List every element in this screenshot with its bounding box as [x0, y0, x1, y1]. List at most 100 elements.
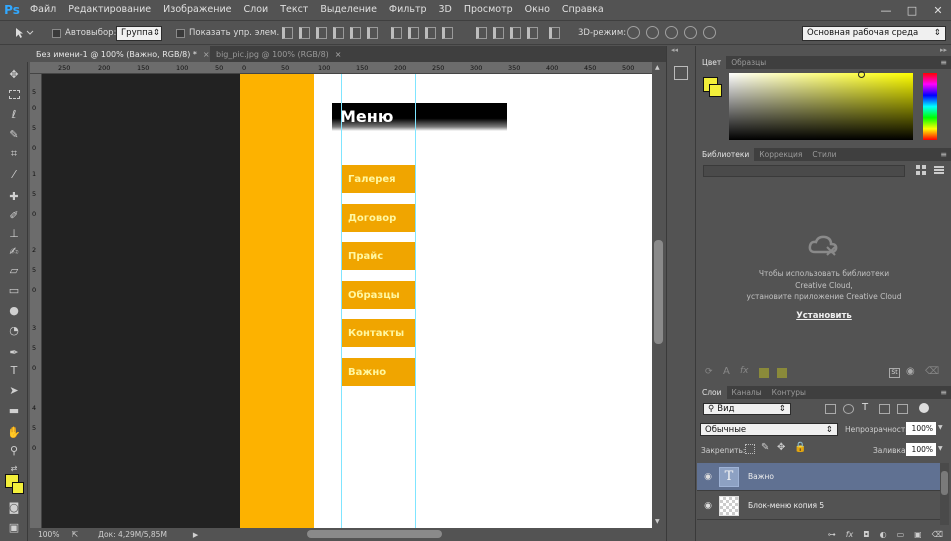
trash-icon[interactable]: ⌫ — [925, 366, 939, 377]
brush-icon[interactable]: ✐ — [5, 207, 23, 223]
export-icon[interactable]: ⇱ — [71, 530, 78, 539]
move-icon[interactable]: ✥ — [5, 66, 23, 82]
new-layer-icon[interactable]: ▣ — [914, 530, 922, 539]
cloud-sync-icon[interactable]: ◉ — [906, 366, 915, 377]
path-select-icon[interactable]: ➤ — [5, 382, 23, 398]
filter-shape-icon[interactable] — [879, 404, 890, 414]
autoselect-select[interactable]: Группа ⇕ — [116, 25, 162, 41]
blend-mode-select[interactable]: Обычные ⇕ — [700, 423, 838, 436]
clone-stamp-icon[interactable]: ⊥ — [5, 225, 23, 241]
distribute-top-icon[interactable] — [391, 27, 402, 39]
adjustment-layer-icon[interactable]: ◐ — [880, 530, 887, 539]
align-top-icon[interactable] — [282, 27, 293, 39]
link-layers-icon[interactable]: ⊶ — [828, 530, 836, 539]
close-icon[interactable]: × — [203, 50, 210, 59]
tab-layers[interactable]: Слои — [697, 386, 727, 399]
color-picker-ring[interactable] — [858, 71, 865, 78]
align-hcenter-icon[interactable] — [350, 27, 361, 39]
eraser-icon[interactable]: ▱ — [5, 262, 23, 278]
menu-type[interactable]: Текст — [274, 0, 314, 20]
layer-style-fx-icon[interactable]: fx — [846, 530, 854, 539]
collapse-arrows-icon[interactable]: ◂◂ — [671, 46, 678, 54]
tab-big-pic[interactable]: big_pic.jpg @ 100% (RGB/8) × — [210, 46, 347, 62]
vertical-scroll-thumb[interactable] — [654, 240, 663, 344]
tab-channels[interactable]: Каналы — [727, 386, 767, 399]
show-transform-check-box[interactable] — [176, 28, 185, 38]
add-bg-color-icon[interactable] — [777, 368, 787, 378]
lock-position-icon[interactable]: ✥ — [777, 442, 785, 453]
distribute-bottom-icon[interactable] — [425, 27, 436, 39]
close-icon[interactable]: × — [335, 50, 342, 59]
eye-icon[interactable]: ◉ — [697, 501, 719, 511]
guide-line-left[interactable] — [341, 74, 342, 528]
scale-3d-icon[interactable] — [703, 26, 716, 39]
menu-layers[interactable]: Слои — [237, 0, 274, 20]
align-bottom-icon[interactable] — [316, 27, 327, 39]
quick-mask-icon[interactable]: ◙ — [5, 499, 23, 515]
menu-3d[interactable]: 3D — [433, 0, 458, 20]
menu-file[interactable]: Файл — [24, 0, 62, 20]
blur-icon[interactable]: ● — [5, 302, 23, 318]
menu-window[interactable]: Окно — [519, 0, 556, 20]
fill-input[interactable]: 100% — [906, 443, 936, 456]
scroll-down-icon[interactable]: ▼ — [655, 518, 660, 525]
hue-slider[interactable] — [923, 73, 937, 140]
menu-edit[interactable]: Редактирование — [62, 0, 157, 20]
install-link[interactable]: Установить — [717, 311, 931, 321]
opacity-slider-arrow-icon[interactable]: ▼ — [938, 424, 943, 431]
distribute-space-icon[interactable] — [510, 27, 521, 39]
pen-icon[interactable]: ✒ — [5, 344, 23, 360]
document-canvas[interactable]: Меню Галерея Договор Прайс Образцы Конта… — [240, 74, 652, 528]
vertical-scrollbar[interactable]: ▲ ▼ — [652, 62, 666, 528]
lock-transparent-icon[interactable] — [745, 444, 755, 454]
layers-scrollbar[interactable] — [940, 463, 949, 525]
menu-help[interactable]: Справка — [556, 0, 610, 20]
filter-type-icon[interactable]: T — [862, 402, 868, 413]
gradient-icon[interactable]: ▭ — [5, 282, 23, 298]
menu-image[interactable]: Изображение — [157, 0, 237, 20]
maximize-button[interactable]: □ — [899, 0, 925, 20]
filter-toggle-icon[interactable] — [919, 403, 929, 413]
dodge-icon[interactable]: ◔ — [5, 322, 23, 338]
zoom-level[interactable]: 100% — [38, 530, 59, 539]
roll-3d-icon[interactable] — [646, 26, 659, 39]
tab-untitled-1[interactable]: Без имени-1 @ 100% (Важно, RGB/8) * × — [30, 46, 210, 62]
grid-view-icon[interactable] — [915, 164, 927, 176]
autoselect-checkbox[interactable]: Автовыбор: — [52, 21, 116, 45]
tab-adjustments[interactable]: Коррекция — [754, 148, 807, 161]
tab-styles[interactable]: Стили — [807, 148, 841, 161]
scroll-up-icon[interactable]: ▲ — [655, 64, 660, 71]
add-character-style-icon[interactable]: A — [723, 366, 730, 377]
hand-icon[interactable]: ✋ — [5, 424, 23, 440]
menu-view[interactable]: Просмотр — [458, 0, 519, 20]
menu-select[interactable]: Выделение — [314, 0, 383, 20]
lasso-icon[interactable]: ℓ — [5, 106, 23, 122]
align-right-icon[interactable] — [367, 27, 378, 39]
add-fg-color-icon[interactable] — [759, 368, 769, 378]
distribute-vcenter-icon[interactable] — [408, 27, 419, 39]
auto-blend-icon[interactable] — [549, 27, 560, 39]
close-button[interactable]: ✕ — [925, 0, 951, 20]
add-mask-icon[interactable]: ◘ — [863, 530, 869, 539]
library-select[interactable] — [703, 165, 905, 177]
stock-icon[interactable]: St — [889, 368, 900, 378]
color-background-swatch[interactable] — [709, 84, 722, 97]
auto-align-icon[interactable] — [527, 27, 538, 39]
status-menu-arrow-icon[interactable]: ▶ — [193, 531, 198, 539]
distribute-left-icon[interactable] — [442, 27, 453, 39]
tab-paths[interactable]: Контуры — [767, 386, 811, 399]
list-view-icon[interactable] — [933, 164, 945, 176]
add-layer-style-icon[interactable]: fx — [740, 366, 749, 376]
panel-menu-icon[interactable]: ≡ — [940, 148, 947, 161]
history-brush-icon[interactable]: ✍ — [5, 243, 23, 259]
panel-menu-icon[interactable]: ≡ — [940, 386, 947, 399]
marquee-icon[interactable] — [5, 86, 23, 102]
rectangle-icon[interactable]: ▬ — [5, 402, 23, 418]
filter-adjustment-icon[interactable] — [843, 404, 854, 414]
tab-libraries[interactable]: Библиотеки — [697, 148, 755, 161]
show-transform-checkbox[interactable]: Показать упр. элем. — [176, 21, 279, 45]
zoom-icon[interactable]: ⚲ — [5, 442, 23, 458]
panel-collapse-arrows-icon[interactable]: ▸▸ — [940, 46, 947, 54]
minimize-button[interactable]: — — [873, 0, 899, 20]
horizontal-scroll-thumb[interactable] — [307, 530, 442, 538]
